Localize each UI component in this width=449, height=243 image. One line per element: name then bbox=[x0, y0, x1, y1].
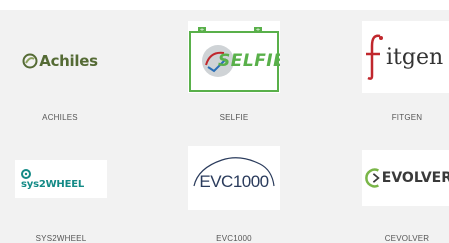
partner-caption-cevolver: CEVOLVER bbox=[384, 234, 430, 243]
fitgen-logo-text: itgen bbox=[386, 44, 444, 70]
partner-caption-evc1000: EVC1000 bbox=[216, 234, 252, 243]
selfie-logo-text: SELFIE bbox=[218, 51, 280, 71]
partner-logo-selfie[interactable]: + + SELFIE bbox=[188, 21, 280, 93]
partner-caption-selfie: SELFIE bbox=[219, 113, 249, 122]
achiles-emblem-icon bbox=[22, 53, 38, 69]
cevolver-leaf-c-icon bbox=[365, 168, 380, 188]
partner-logo-grid: Achiles ACHILES + + SELFIE SELFIE itgen … bbox=[0, 10, 449, 243]
partner-caption-achiles: ACHILES bbox=[42, 113, 78, 122]
sys2wheel-logo-text: sys2WHEEL bbox=[21, 178, 85, 190]
partner-logo-cevolver[interactable]: EVOLVER bbox=[362, 150, 449, 206]
fitgen-plug-icon bbox=[366, 34, 383, 80]
partner-caption-fitgen: FITGEN bbox=[391, 113, 423, 122]
partner-caption-sys2wheel: SYS2WHEEL bbox=[35, 234, 87, 243]
partner-logo-sys2wheel[interactable]: sys2WHEEL bbox=[15, 160, 107, 198]
cevolver-logo-text: EVOLVER bbox=[381, 170, 449, 186]
partner-logo-achiles[interactable]: Achiles bbox=[14, 33, 106, 89]
achiles-logo-text: Achiles bbox=[39, 52, 98, 70]
sys2wheel-wheel-icon bbox=[21, 168, 31, 179]
partner-logo-evc1000[interactable]: EVC1000 bbox=[188, 146, 280, 210]
partner-logo-fitgen[interactable]: itgen bbox=[362, 21, 449, 93]
evc1000-logo-text: EVC1000 bbox=[199, 172, 269, 191]
